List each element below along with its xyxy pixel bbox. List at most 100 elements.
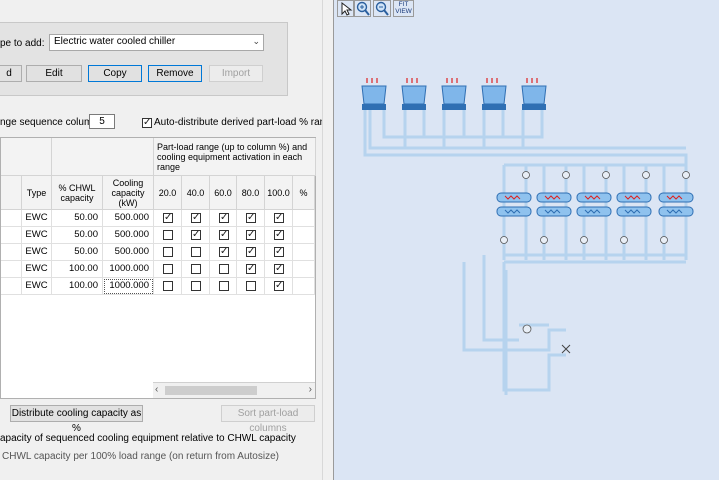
horizontal-scrollbar[interactable]: ‹ ›: [153, 382, 315, 398]
col-range-pct: %: [293, 176, 315, 210]
activation-cell: [237, 278, 265, 295]
activation-checkbox[interactable]: [274, 228, 284, 242]
activation-cell: [210, 244, 237, 261]
activation-checkbox[interactable]: [274, 245, 284, 259]
row-type: EWC: [22, 227, 52, 244]
pump-icon[interactable]: [500, 236, 508, 244]
cooling-tower-3[interactable]: [441, 78, 467, 110]
activation-checkbox[interactable]: [163, 211, 173, 225]
distribute-capacity-button[interactable]: Distribute cooling capacity as %: [10, 405, 143, 434]
sequence-table: Part-load range (up to column %) and coo…: [0, 137, 316, 399]
activation-checkbox[interactable]: [163, 247, 173, 257]
auto-distribute-label: Auto-distribute derived part-load % rang…: [154, 117, 342, 128]
row-header: [1, 278, 22, 295]
cooling-tower-4[interactable]: [481, 78, 507, 110]
row-type: EWC: [22, 278, 52, 295]
cooling-tower-2[interactable]: [401, 78, 427, 110]
equipment-type-value: Electric water cooled chiller: [54, 36, 176, 47]
table-header-blank-2: [52, 138, 154, 176]
activation-checkbox[interactable]: [246, 281, 256, 291]
copy-button[interactable]: Copy: [88, 65, 142, 82]
pump-icon[interactable]: [540, 236, 548, 244]
row-pct[interactable]: 100.00: [52, 278, 103, 295]
activation-cell: [237, 244, 265, 261]
col-cooling-capacity: Cooling capacity (kW): [103, 176, 154, 210]
equipment-type-label: pe to add:: [0, 38, 45, 49]
note-capacity: apacity of sequenced cooling equipment r…: [0, 433, 296, 444]
activation-checkbox[interactable]: [191, 281, 201, 291]
panel-splitter[interactable]: [322, 0, 334, 480]
pump-icon[interactable]: [620, 236, 628, 244]
network-canvas[interactable]: FIT VIEW: [334, 0, 719, 480]
activation-cell: [182, 244, 210, 261]
cooling-towers: [361, 78, 547, 110]
pump-icon[interactable]: [562, 171, 570, 179]
activation-cell: [293, 210, 315, 227]
activation-cell: [154, 227, 182, 244]
row-type: EWC: [22, 261, 52, 278]
row-capacity[interactable]: 1000.000: [103, 278, 154, 295]
row-header: [1, 261, 22, 278]
activation-checkbox[interactable]: [274, 279, 284, 293]
row-header-corner: [1, 176, 22, 210]
activation-checkbox[interactable]: [246, 228, 256, 242]
import-button[interactable]: Import: [209, 65, 263, 82]
activation-checkbox[interactable]: [274, 211, 284, 225]
activation-checkbox[interactable]: [246, 245, 256, 259]
pump-icon[interactable]: [602, 171, 610, 179]
activation-checkbox[interactable]: [191, 211, 201, 225]
row-pct[interactable]: 50.00: [52, 227, 103, 244]
scroll-thumb[interactable]: [165, 386, 257, 395]
activation-checkbox[interactable]: [191, 228, 201, 242]
equipment-type-select[interactable]: Electric water cooled chiller ⌄: [49, 34, 264, 51]
scroll-left-icon[interactable]: ‹: [155, 384, 158, 395]
col-range-20: 20.0: [154, 176, 182, 210]
add-button[interactable]: d: [0, 65, 22, 82]
sequence-columns-input[interactable]: 5: [89, 114, 115, 129]
activation-checkbox[interactable]: [191, 264, 201, 274]
activation-checkbox[interactable]: [219, 211, 229, 225]
activation-checkbox[interactable]: [219, 245, 229, 259]
scroll-right-icon[interactable]: ›: [309, 384, 312, 395]
remove-button[interactable]: Remove: [148, 65, 202, 82]
row-pct[interactable]: 50.00: [52, 210, 103, 227]
pump-icon[interactable]: [522, 324, 532, 334]
pump-icon[interactable]: [580, 236, 588, 244]
activation-checkbox[interactable]: [246, 262, 256, 276]
pump-icon[interactable]: [660, 236, 668, 244]
pump-icon[interactable]: [682, 171, 690, 179]
cooling-tower-1[interactable]: [361, 78, 387, 110]
activation-checkbox[interactable]: [163, 281, 173, 291]
activation-cell: [210, 210, 237, 227]
col-pct-chwl: % CHWL capacity: [52, 176, 103, 210]
activation-checkbox[interactable]: [191, 247, 201, 257]
row-capacity[interactable]: 1000.000: [103, 261, 154, 278]
row-pct[interactable]: 50.00: [52, 244, 103, 261]
activation-checkbox[interactable]: [163, 230, 173, 240]
row-header: [1, 227, 22, 244]
activation-cell: [210, 278, 237, 295]
activation-checkbox[interactable]: [219, 264, 229, 274]
edit-button[interactable]: Edit: [26, 65, 82, 82]
cooling-tower-5[interactable]: [521, 78, 547, 110]
activation-checkbox[interactable]: [219, 228, 229, 242]
auto-distribute-checkbox[interactable]: [142, 116, 152, 130]
sort-columns-button[interactable]: Sort part-load columns: [221, 405, 315, 434]
activation-checkbox[interactable]: [274, 262, 284, 276]
activation-checkbox[interactable]: [219, 281, 229, 291]
row-header: [1, 244, 22, 261]
activation-cell: [265, 227, 293, 244]
row-capacity[interactable]: 500.000: [103, 244, 154, 261]
row-capacity[interactable]: 500.000: [103, 227, 154, 244]
row-header: [1, 210, 22, 227]
activation-checkbox[interactable]: [246, 211, 256, 225]
chevron-down-icon: ⌄: [252, 36, 260, 46]
row-pct[interactable]: 100.00: [52, 261, 103, 278]
valve-icon[interactable]: [561, 344, 571, 354]
pump-icon[interactable]: [642, 171, 650, 179]
row-capacity[interactable]: 500.000: [103, 210, 154, 227]
pump-icon[interactable]: [522, 171, 530, 179]
activation-checkbox[interactable]: [163, 264, 173, 274]
activation-cell: [210, 261, 237, 278]
activation-cell: [265, 278, 293, 295]
